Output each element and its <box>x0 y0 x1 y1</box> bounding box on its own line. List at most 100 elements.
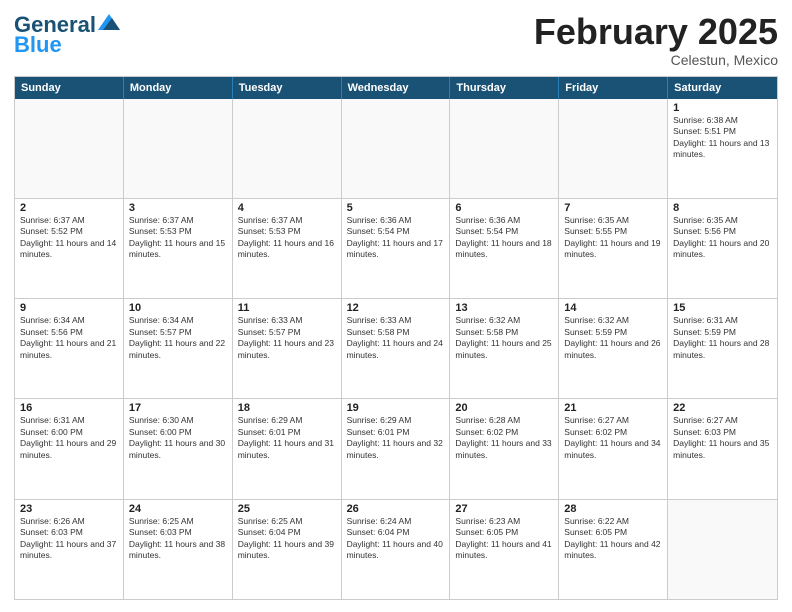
day-number: 24 <box>129 503 227 515</box>
cell-info: Sunrise: 6:33 AM Sunset: 5:58 PM Dayligh… <box>347 315 445 361</box>
day-number: 28 <box>564 503 662 515</box>
cell-w2-d5: 14Sunrise: 6:32 AM Sunset: 5:59 PM Dayli… <box>559 299 668 398</box>
cell-w3-d2: 18Sunrise: 6:29 AM Sunset: 6:01 PM Dayli… <box>233 399 342 498</box>
day-number: 5 <box>347 202 445 214</box>
day-number: 26 <box>347 503 445 515</box>
cell-w1-d6: 8Sunrise: 6:35 AM Sunset: 5:56 PM Daylig… <box>668 199 777 298</box>
cell-info: Sunrise: 6:36 AM Sunset: 5:54 PM Dayligh… <box>455 215 553 261</box>
cell-w3-d6: 22Sunrise: 6:27 AM Sunset: 6:03 PM Dayli… <box>668 399 777 498</box>
cell-w3-d3: 19Sunrise: 6:29 AM Sunset: 6:01 PM Dayli… <box>342 399 451 498</box>
cell-w1-d1: 3Sunrise: 6:37 AM Sunset: 5:53 PM Daylig… <box>124 199 233 298</box>
cell-w2-d2: 11Sunrise: 6:33 AM Sunset: 5:57 PM Dayli… <box>233 299 342 398</box>
day-number: 27 <box>455 503 553 515</box>
page: General Blue February 2025 Celestun, Mex… <box>0 0 792 612</box>
calendar-header: Sunday Monday Tuesday Wednesday Thursday… <box>15 77 777 99</box>
day-number: 23 <box>20 503 118 515</box>
day-number: 16 <box>20 402 118 414</box>
day-number: 18 <box>238 402 336 414</box>
week-row-3: 16Sunrise: 6:31 AM Sunset: 6:00 PM Dayli… <box>15 398 777 498</box>
cell-w0-d6: 1Sunrise: 6:38 AM Sunset: 5:51 PM Daylig… <box>668 99 777 198</box>
day-number: 10 <box>129 302 227 314</box>
cell-info: Sunrise: 6:37 AM Sunset: 5:52 PM Dayligh… <box>20 215 118 261</box>
cell-w1-d3: 5Sunrise: 6:36 AM Sunset: 5:54 PM Daylig… <box>342 199 451 298</box>
cell-w0-d4 <box>450 99 559 198</box>
cell-info: Sunrise: 6:25 AM Sunset: 6:03 PM Dayligh… <box>129 516 227 562</box>
cell-info: Sunrise: 6:29 AM Sunset: 6:01 PM Dayligh… <box>347 415 445 461</box>
cell-info: Sunrise: 6:25 AM Sunset: 6:04 PM Dayligh… <box>238 516 336 562</box>
day-number: 4 <box>238 202 336 214</box>
cell-info: Sunrise: 6:31 AM Sunset: 5:59 PM Dayligh… <box>673 315 772 361</box>
day-number: 8 <box>673 202 772 214</box>
day-number: 7 <box>564 202 662 214</box>
cell-info: Sunrise: 6:29 AM Sunset: 6:01 PM Dayligh… <box>238 415 336 461</box>
cell-info: Sunrise: 6:30 AM Sunset: 6:00 PM Dayligh… <box>129 415 227 461</box>
cell-w0-d5 <box>559 99 668 198</box>
cell-info: Sunrise: 6:22 AM Sunset: 6:05 PM Dayligh… <box>564 516 662 562</box>
cell-w2-d1: 10Sunrise: 6:34 AM Sunset: 5:57 PM Dayli… <box>124 299 233 398</box>
cell-w1-d4: 6Sunrise: 6:36 AM Sunset: 5:54 PM Daylig… <box>450 199 559 298</box>
day-number: 9 <box>20 302 118 314</box>
location: Celestun, Mexico <box>534 52 778 68</box>
cell-w3-d4: 20Sunrise: 6:28 AM Sunset: 6:02 PM Dayli… <box>450 399 559 498</box>
day-number: 2 <box>20 202 118 214</box>
cell-w3-d1: 17Sunrise: 6:30 AM Sunset: 6:00 PM Dayli… <box>124 399 233 498</box>
cell-w2-d4: 13Sunrise: 6:32 AM Sunset: 5:58 PM Dayli… <box>450 299 559 398</box>
title-block: February 2025 Celestun, Mexico <box>534 12 778 68</box>
cell-w1-d2: 4Sunrise: 6:37 AM Sunset: 5:53 PM Daylig… <box>233 199 342 298</box>
header-tuesday: Tuesday <box>233 77 342 99</box>
header-saturday: Saturday <box>668 77 777 99</box>
day-number: 3 <box>129 202 227 214</box>
cell-info: Sunrise: 6:38 AM Sunset: 5:51 PM Dayligh… <box>673 115 772 161</box>
cell-info: Sunrise: 6:27 AM Sunset: 6:02 PM Dayligh… <box>564 415 662 461</box>
day-number: 21 <box>564 402 662 414</box>
header-wednesday: Wednesday <box>342 77 451 99</box>
cell-w1-d5: 7Sunrise: 6:35 AM Sunset: 5:55 PM Daylig… <box>559 199 668 298</box>
cell-info: Sunrise: 6:37 AM Sunset: 5:53 PM Dayligh… <box>129 215 227 261</box>
week-row-0: 1Sunrise: 6:38 AM Sunset: 5:51 PM Daylig… <box>15 99 777 198</box>
day-number: 12 <box>347 302 445 314</box>
cell-w0-d1 <box>124 99 233 198</box>
cell-w4-d2: 25Sunrise: 6:25 AM Sunset: 6:04 PM Dayli… <box>233 500 342 599</box>
header-sunday: Sunday <box>15 77 124 99</box>
cell-info: Sunrise: 6:31 AM Sunset: 6:00 PM Dayligh… <box>20 415 118 461</box>
day-number: 20 <box>455 402 553 414</box>
cell-w3-d5: 21Sunrise: 6:27 AM Sunset: 6:02 PM Dayli… <box>559 399 668 498</box>
cell-w4-d5: 28Sunrise: 6:22 AM Sunset: 6:05 PM Dayli… <box>559 500 668 599</box>
cell-info: Sunrise: 6:37 AM Sunset: 5:53 PM Dayligh… <box>238 215 336 261</box>
cell-w2-d0: 9Sunrise: 6:34 AM Sunset: 5:56 PM Daylig… <box>15 299 124 398</box>
cell-info: Sunrise: 6:27 AM Sunset: 6:03 PM Dayligh… <box>673 415 772 461</box>
day-number: 22 <box>673 402 772 414</box>
day-number: 1 <box>673 102 772 114</box>
cell-w4-d6 <box>668 500 777 599</box>
day-number: 13 <box>455 302 553 314</box>
cell-info: Sunrise: 6:26 AM Sunset: 6:03 PM Dayligh… <box>20 516 118 562</box>
cell-w3-d0: 16Sunrise: 6:31 AM Sunset: 6:00 PM Dayli… <box>15 399 124 498</box>
day-number: 11 <box>238 302 336 314</box>
cell-info: Sunrise: 6:28 AM Sunset: 6:02 PM Dayligh… <box>455 415 553 461</box>
day-number: 17 <box>129 402 227 414</box>
week-row-2: 9Sunrise: 6:34 AM Sunset: 5:56 PM Daylig… <box>15 298 777 398</box>
logo-blue: Blue <box>14 32 62 58</box>
cell-info: Sunrise: 6:33 AM Sunset: 5:57 PM Dayligh… <box>238 315 336 361</box>
cell-w4-d1: 24Sunrise: 6:25 AM Sunset: 6:03 PM Dayli… <box>124 500 233 599</box>
day-number: 25 <box>238 503 336 515</box>
cell-info: Sunrise: 6:23 AM Sunset: 6:05 PM Dayligh… <box>455 516 553 562</box>
cell-w1-d0: 2Sunrise: 6:37 AM Sunset: 5:52 PM Daylig… <box>15 199 124 298</box>
cell-w4-d0: 23Sunrise: 6:26 AM Sunset: 6:03 PM Dayli… <box>15 500 124 599</box>
calendar-body: 1Sunrise: 6:38 AM Sunset: 5:51 PM Daylig… <box>15 99 777 599</box>
cell-w0-d0 <box>15 99 124 198</box>
logo: General Blue <box>14 12 120 58</box>
cell-w2-d3: 12Sunrise: 6:33 AM Sunset: 5:58 PM Dayli… <box>342 299 451 398</box>
cell-info: Sunrise: 6:32 AM Sunset: 5:59 PM Dayligh… <box>564 315 662 361</box>
calendar: Sunday Monday Tuesday Wednesday Thursday… <box>14 76 778 600</box>
header: General Blue February 2025 Celestun, Mex… <box>14 12 778 68</box>
cell-w4-d3: 26Sunrise: 6:24 AM Sunset: 6:04 PM Dayli… <box>342 500 451 599</box>
header-friday: Friday <box>559 77 668 99</box>
day-number: 19 <box>347 402 445 414</box>
week-row-4: 23Sunrise: 6:26 AM Sunset: 6:03 PM Dayli… <box>15 499 777 599</box>
cell-w2-d6: 15Sunrise: 6:31 AM Sunset: 5:59 PM Dayli… <box>668 299 777 398</box>
logo-icon <box>98 14 120 30</box>
cell-w0-d2 <box>233 99 342 198</box>
cell-info: Sunrise: 6:24 AM Sunset: 6:04 PM Dayligh… <box>347 516 445 562</box>
cell-info: Sunrise: 6:34 AM Sunset: 5:57 PM Dayligh… <box>129 315 227 361</box>
